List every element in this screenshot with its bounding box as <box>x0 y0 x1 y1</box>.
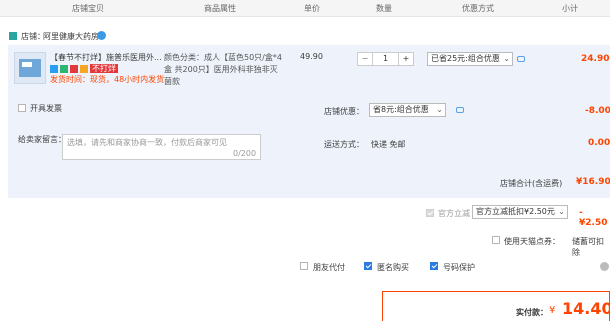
message-counter: 0/200 <box>233 149 257 158</box>
official-discount-label: 官方立减 <box>438 209 470 218</box>
tag-icon-3 <box>70 64 78 73</box>
tmall-points-label: 使用天猫点券： <box>504 237 560 246</box>
number-protect-label: 号码保护 <box>443 263 475 272</box>
chevron-down-icon: ⌄ <box>558 207 565 216</box>
official-discount-checkbox[interactable] <box>426 209 434 217</box>
tag-icon-4 <box>80 64 88 73</box>
shipping-label: 运送方式： <box>324 140 364 149</box>
actual-pay-label: 实付款： <box>516 308 548 317</box>
official-discount-value: 官方立减抵扣¥2.50元 <box>476 207 555 216</box>
seller-message-textarea[interactable]: 选填，请先和商家协商一致，付款后商家可见 <box>62 134 261 160</box>
col-attrs: 商品属性 <box>204 4 236 13</box>
shop-discount-value: 省8元:组合优惠 <box>373 105 429 114</box>
message-label: 给卖家留言： <box>18 135 66 144</box>
wangwang-chat-icon[interactable] <box>97 31 106 40</box>
no-closing-tag: 不打烊 <box>90 64 118 73</box>
friend-pay-checkbox[interactable] <box>300 262 308 270</box>
help-icon[interactable] <box>600 262 609 271</box>
item-discount-value: 已省25元:组合优惠 <box>431 54 500 63</box>
col-subtotal: 小计 <box>562 4 578 13</box>
tag-icon-1 <box>50 64 58 73</box>
shop-discount-select[interactable]: 省8元:组合优惠 ⌄ <box>369 103 446 117</box>
shop-label: 店铺： <box>21 32 45 41</box>
shipping-value: 快递 免邮 <box>371 140 406 149</box>
actual-pay-amount: 14.40 <box>562 299 610 318</box>
attrs-line-2: 盒 共200只】医用外科非独非灭 <box>164 65 278 74</box>
mask-box-highlight <box>22 62 32 67</box>
shop-discount-amount: -8.00 <box>585 106 610 116</box>
invoice-discount-row <box>8 95 610 125</box>
qty-value[interactable]: 1 <box>373 53 398 65</box>
col-shop-item: 店铺宝贝 <box>72 4 104 13</box>
column-header: 店铺宝贝 商品属性 单价 数量 优惠方式 小计 <box>0 0 610 17</box>
attrs-line-3: 菌款 <box>164 77 180 86</box>
anonymous-label: 匿名购买 <box>377 263 409 272</box>
shop-total-label: 店铺合计(含运费) <box>500 179 563 188</box>
unit-price: 49.90 <box>300 52 323 61</box>
attrs-line-1: 颜色分类：成人【蓝色50只/盒*4 <box>164 53 282 62</box>
item-subtotal: 24.90 <box>581 54 610 64</box>
col-unit-price: 单价 <box>304 4 320 13</box>
qty-minus-button[interactable]: − <box>358 53 373 65</box>
official-discount-select[interactable]: 官方立减抵扣¥2.50元 ⌄ <box>472 205 568 219</box>
item-discount-select[interactable]: 已省25元:组合优惠 ⌄ <box>427 52 513 66</box>
shop-name-link[interactable]: 阿里健康大药房 <box>43 31 99 42</box>
official-discount-amount: -¥2.50 <box>579 208 608 228</box>
chevron-down-icon: ⌄ <box>436 105 443 114</box>
shop-discount-label: 店铺优惠： <box>324 107 364 116</box>
tmall-points-checkbox[interactable] <box>492 236 500 244</box>
shop-total-amount: ¥16.90 <box>576 177 610 187</box>
tag-icon-2 <box>60 64 68 73</box>
chevron-down-icon: ⌄ <box>503 54 510 63</box>
ship-time-note: 发货时间：现货，48小时内发货 <box>50 75 165 84</box>
actual-pay-currency: ¥ <box>549 305 556 316</box>
product-tags: 不打烊 <box>50 63 118 74</box>
number-protect-checkbox[interactable] <box>430 262 438 270</box>
col-discount: 优惠方式 <box>462 4 494 13</box>
invoice-checkbox[interactable] <box>18 104 26 112</box>
product-title-link[interactable]: 【春节不打烊】施普乐医用外... <box>50 52 162 63</box>
friend-pay-label: 朋友代付 <box>313 263 345 272</box>
message-icon[interactable] <box>517 56 525 62</box>
tmall-points-note: 储蓄可扣除 <box>572 237 604 257</box>
invoice-label: 开具发票 <box>30 104 62 113</box>
message-placeholder: 选填，请先和商家协商一致，付款后商家可见 <box>67 138 227 147</box>
shop-icon <box>9 32 17 40</box>
shipping-amount: 0.00 <box>588 138 610 148</box>
quantity-stepper: − 1 + <box>357 52 414 66</box>
anonymous-checkbox[interactable] <box>364 262 372 270</box>
message-icon[interactable] <box>456 107 464 113</box>
product-thumbnail[interactable] <box>14 52 46 84</box>
col-qty: 数量 <box>376 4 392 13</box>
qty-plus-button[interactable]: + <box>398 53 413 65</box>
